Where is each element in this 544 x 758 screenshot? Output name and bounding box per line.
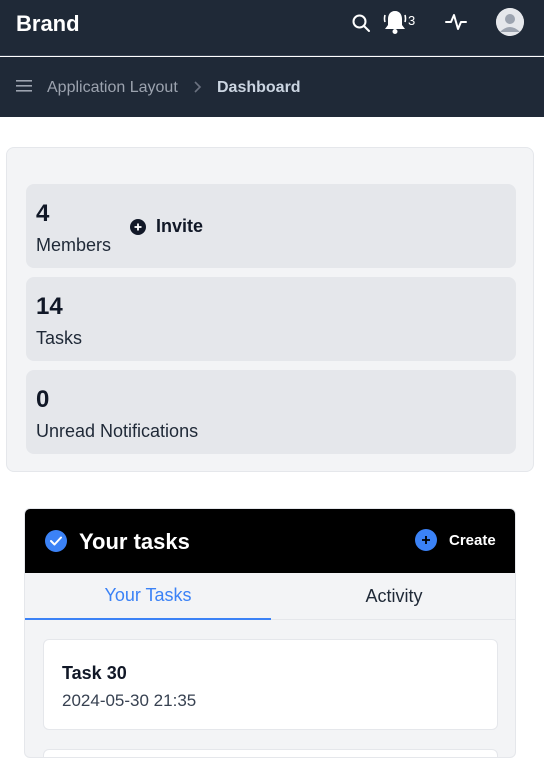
search-icon[interactable]: [350, 12, 372, 34]
tasks-panel: Your tasks Create Your Tasks Activity Ta…: [24, 508, 516, 758]
breadcrumb-item-dashboard: Dashboard: [217, 79, 301, 96]
stat-members: 4 Members Invite: [26, 184, 516, 268]
create-label: Create: [449, 531, 496, 549]
check-circle-icon: [45, 530, 67, 552]
invite-label: Invite: [156, 216, 204, 236]
tab-your-tasks[interactable]: Your Tasks: [25, 573, 271, 620]
stats-panel: 4 Members Invite 14 Tasks 0 Unread Notif…: [6, 147, 534, 472]
stat-label: Tasks: [36, 328, 83, 348]
breadcrumb: Application Layout Dashboard: [0, 57, 544, 117]
menu-icon[interactable]: [16, 79, 32, 93]
tasks-panel-header: Your tasks Create: [25, 509, 515, 573]
tab-activity[interactable]: Activity: [271, 573, 515, 620]
chevron-right-icon: [192, 80, 202, 94]
invite-button[interactable]: Invite: [130, 216, 203, 237]
bell-icon[interactable]: [383, 9, 407, 35]
stat-value: 4: [36, 200, 50, 227]
list-item[interactable]: Task 30 2024-05-30 21:35: [43, 639, 498, 730]
task-timestamp: 2024-05-30 21:35: [62, 691, 197, 710]
activity-icon[interactable]: [445, 11, 467, 33]
breadcrumb-item-application-layout[interactable]: Application Layout: [47, 79, 178, 97]
stat-label: Members: [36, 235, 112, 255]
user-avatar-icon[interactable]: [496, 8, 524, 36]
notification-count-badge: 3: [408, 13, 416, 28]
stat-value: 14: [36, 293, 63, 320]
tasks-panel-title: Your tasks: [79, 529, 190, 554]
stat-tasks: 14 Tasks: [26, 277, 516, 361]
stat-unread-notifications: 0 Unread Notifications: [26, 370, 516, 454]
brand-logo[interactable]: Brand: [16, 11, 80, 37]
stat-label: Unread Notifications: [36, 421, 199, 441]
tasks-tabs: Your Tasks Activity: [25, 573, 515, 620]
create-task-button[interactable]: Create: [415, 529, 496, 551]
plus-circle-icon: [415, 529, 437, 551]
list-item[interactable]: [43, 749, 498, 757]
top-navbar: Brand 3: [0, 0, 544, 56]
plus-circle-icon: [130, 218, 146, 235]
task-name: Task 30: [62, 663, 127, 683]
stat-value: 0: [36, 386, 50, 413]
